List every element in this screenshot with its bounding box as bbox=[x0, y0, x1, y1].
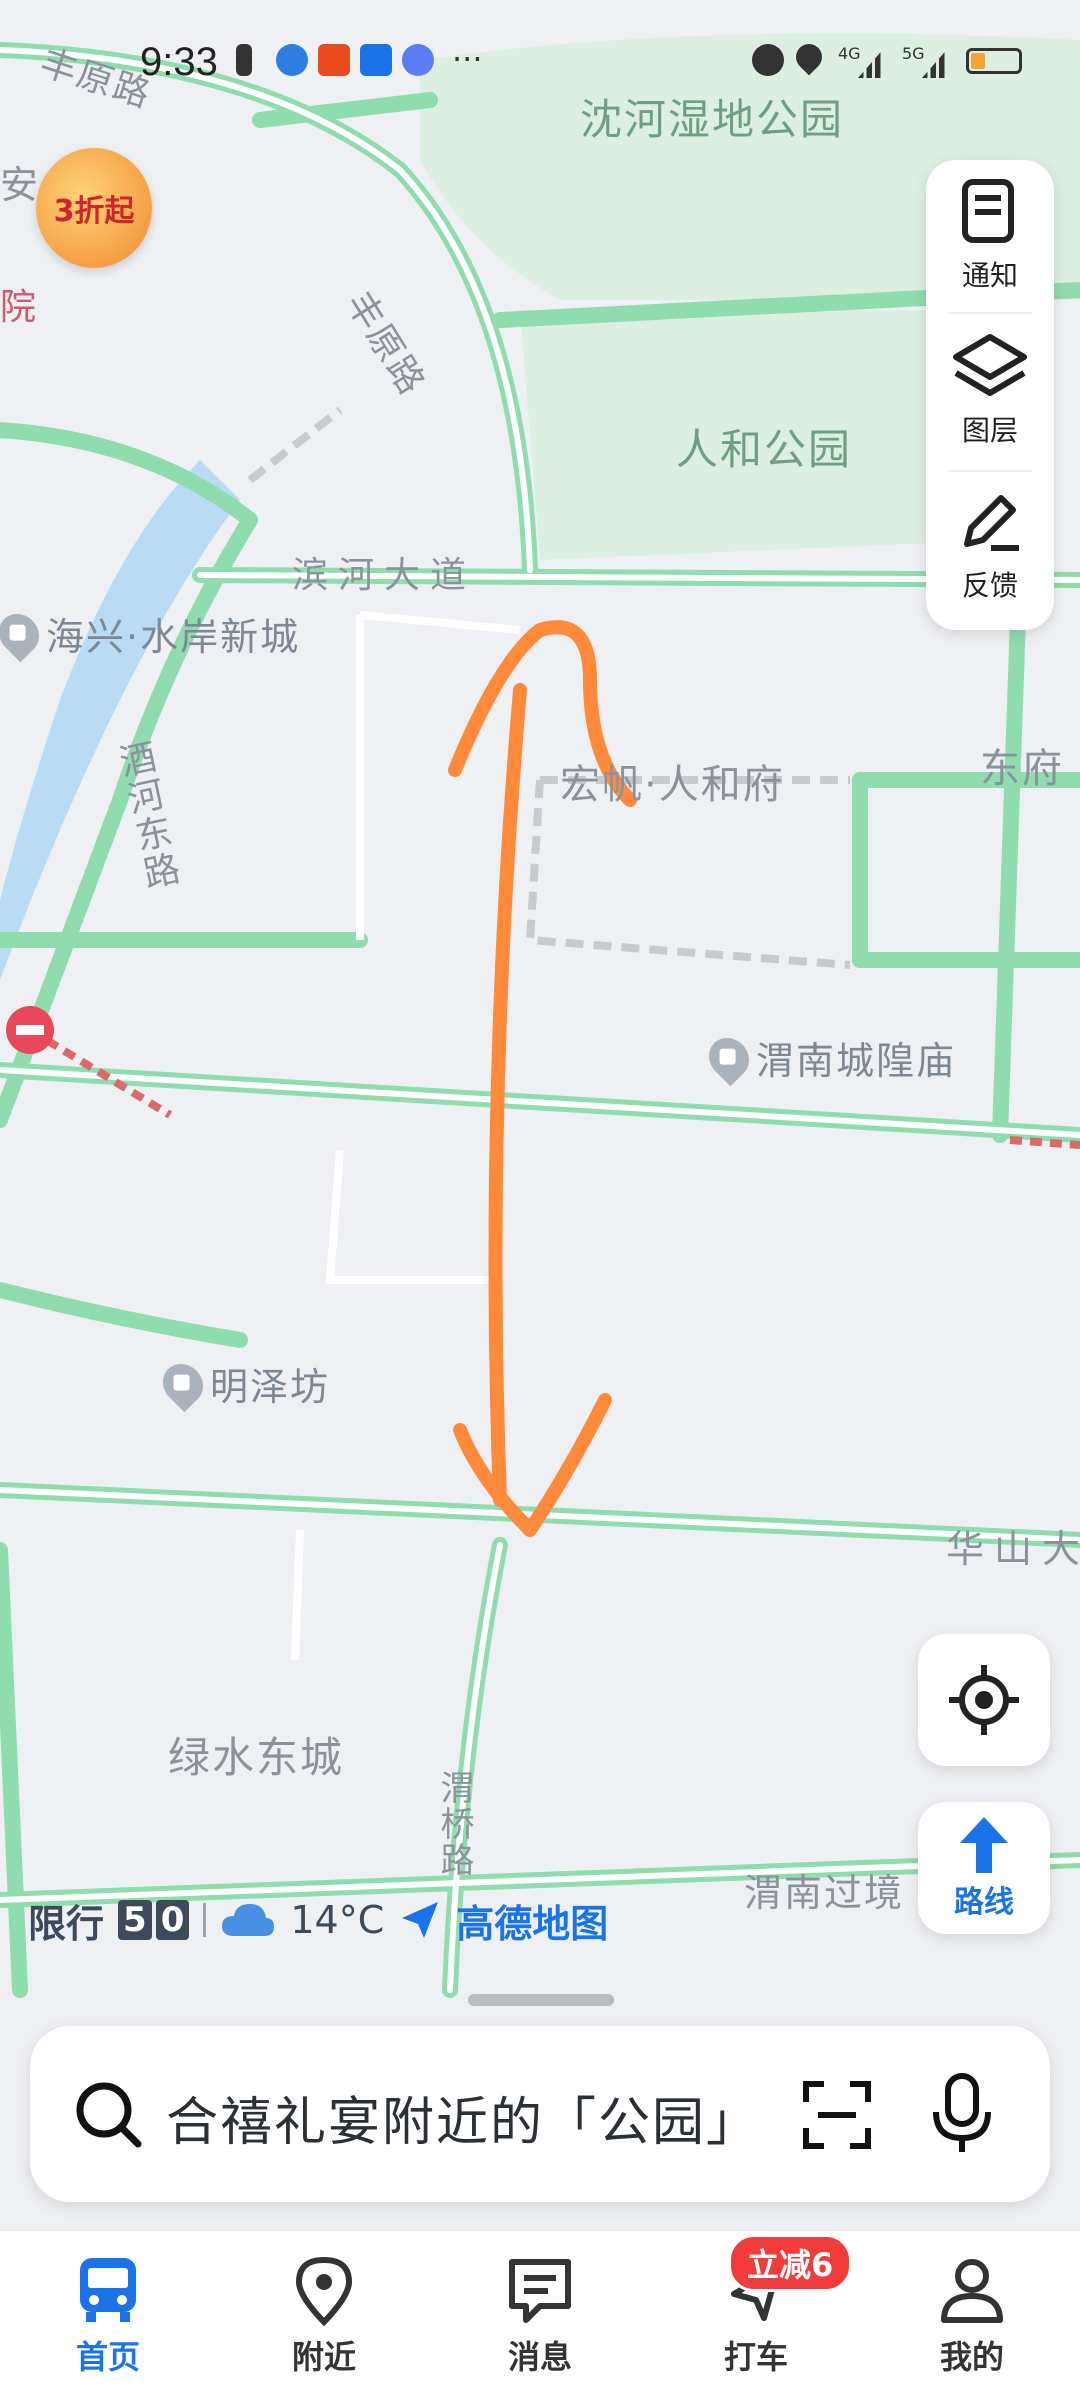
hospital-label-partial: 院 bbox=[0, 287, 39, 328]
route-button[interactable]: 路线 bbox=[918, 1802, 1050, 1934]
taobao-app-icon bbox=[318, 44, 350, 76]
poi-label: 海兴·水岸新城 bbox=[46, 615, 301, 659]
road-label-weinan-pass: 渭南过境 bbox=[744, 1871, 905, 1915]
music-app-icon bbox=[402, 44, 434, 76]
tab-nearby[interactable]: 附近 bbox=[244, 2231, 404, 2401]
poi-mingze[interactable]: 明泽坊 bbox=[154, 1355, 331, 1412]
network-5g: 5G bbox=[902, 44, 925, 63]
battery-alert-icon bbox=[236, 44, 252, 76]
poi-label: 渭南城隍庙 bbox=[756, 1039, 957, 1083]
divider bbox=[203, 1903, 207, 1937]
park-label-renhe: 人和公园 bbox=[676, 425, 853, 474]
area-label-dongfu-partial: 东府 bbox=[980, 746, 1064, 792]
browser-app-icon bbox=[276, 44, 308, 76]
profile-icon bbox=[941, 2259, 1003, 2323]
scan-icon[interactable] bbox=[800, 2078, 874, 2152]
bottom-tab-bar: 首页 附近 消息 打车 我的 bbox=[0, 2230, 1080, 2401]
feedback-button[interactable]: 反馈 bbox=[926, 470, 1054, 620]
promo-text: 3折起 bbox=[53, 194, 135, 229]
map-app-icon bbox=[360, 44, 392, 76]
status-bar: 9:33 ··· 4G 5G bbox=[0, 0, 1080, 120]
road-label-huashan-partial: 华山大 bbox=[946, 1527, 1080, 1571]
tab-label: 打车 bbox=[723, 2338, 788, 2376]
notice-label: 通知 bbox=[961, 259, 1018, 292]
location-pin-icon bbox=[295, 2256, 353, 2326]
promo-badge[interactable]: 3折起 bbox=[36, 148, 152, 268]
route-label: 路线 bbox=[954, 1885, 1014, 1920]
poi-weinan-temple[interactable]: 渭南城隍庙 bbox=[700, 1029, 957, 1086]
status-time: 9:33 bbox=[140, 40, 218, 84]
taxi-discount-badge: 立减6 bbox=[728, 2234, 853, 2292]
search-placeholder: 合禧礼宴附近的「公园」 bbox=[166, 2093, 761, 2153]
area-label-lvshui: 绿水东城 bbox=[168, 1733, 345, 1782]
tab-home[interactable]: 首页 bbox=[28, 2231, 188, 2401]
network-4g: 4G bbox=[838, 44, 861, 63]
tab-label: 我的 bbox=[939, 2338, 1004, 2376]
notice-button[interactable]: 通知 bbox=[926, 160, 1054, 310]
layers-label: 图层 bbox=[961, 414, 1018, 447]
road-label-binhe: 滨河大道 bbox=[292, 555, 477, 596]
poi-label: 明泽坊 bbox=[210, 1365, 331, 1409]
signal-icon-2 bbox=[922, 46, 950, 78]
feedback-edit-icon bbox=[964, 495, 1019, 551]
tab-messages[interactable]: 消息 bbox=[460, 2231, 620, 2401]
area-label-hongfan: 宏帆·人和府 bbox=[560, 762, 785, 808]
bus-icon bbox=[80, 2258, 136, 2322]
alarm-icon bbox=[752, 44, 784, 76]
map-info-bar: 限行 5 0 14°C 高德地图 bbox=[28, 1890, 608, 1950]
signal-icon-1 bbox=[858, 46, 886, 78]
tab-label: 附近 bbox=[291, 2338, 356, 2376]
status-more: ··· bbox=[452, 40, 483, 78]
locate-me-button[interactable] bbox=[918, 1634, 1050, 1766]
tab-label: 消息 bbox=[507, 2338, 572, 2376]
road-block-marker-icon bbox=[6, 1006, 54, 1054]
search-icon bbox=[76, 2082, 142, 2148]
location-icon bbox=[790, 38, 828, 76]
poi-haixing[interactable]: 海兴·水岸新城 bbox=[0, 605, 301, 662]
crosshair-icon bbox=[949, 1665, 1019, 1735]
amap-logo-icon bbox=[402, 1902, 439, 1938]
brand-name: 高德地图 bbox=[456, 1901, 609, 1946]
restriction-label: 限行 bbox=[28, 1901, 105, 1946]
tab-label: 首页 bbox=[75, 2338, 140, 2376]
microphone-icon[interactable] bbox=[930, 2072, 994, 2156]
temperature: 14°C bbox=[290, 1898, 385, 1942]
notice-icon bbox=[962, 179, 1014, 243]
plate-number: 0 bbox=[155, 1900, 190, 1940]
layers-button[interactable]: 图层 bbox=[926, 315, 1054, 465]
poi-pin-icon bbox=[154, 1355, 212, 1412]
sheet-drag-handle[interactable] bbox=[468, 1994, 614, 2006]
layers-icon bbox=[953, 334, 1027, 396]
plate-number: 5 bbox=[118, 1900, 152, 1940]
map-tools-panel: 通知 图层 反馈 bbox=[926, 160, 1054, 630]
search-bar[interactable]: 合禧礼宴附近的「公园」 bbox=[30, 2026, 1050, 2202]
tab-profile[interactable]: 我的 bbox=[892, 2231, 1052, 2401]
poi-pin-icon bbox=[700, 1029, 758, 1086]
cloud-icon bbox=[222, 1904, 275, 1936]
route-arrow-icon bbox=[960, 1817, 1008, 1873]
message-icon bbox=[509, 2259, 571, 2323]
restriction-plates: 5 0 bbox=[118, 1900, 190, 1940]
battery-icon bbox=[966, 48, 1022, 74]
feedback-label: 反馈 bbox=[961, 569, 1018, 602]
road-label-weiqiao: 渭桥路 bbox=[434, 1770, 474, 1878]
poi-pin-icon bbox=[0, 605, 48, 662]
